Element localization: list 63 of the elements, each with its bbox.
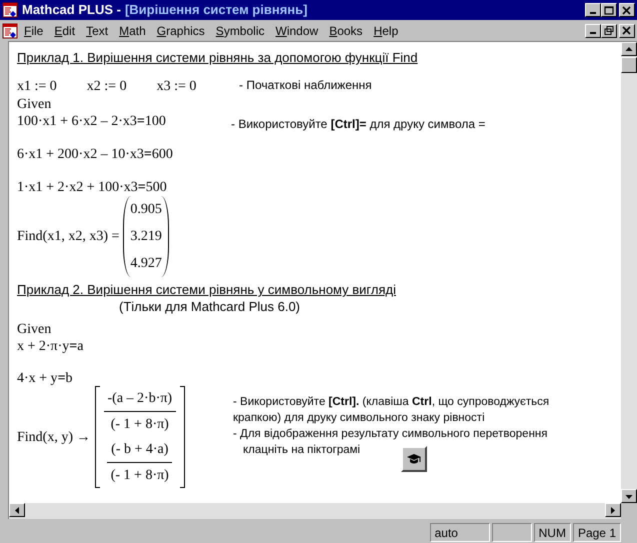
menu-item[interactable]: Math <box>114 22 151 40</box>
menu-item[interactable]: Books <box>324 22 368 40</box>
subtitle-text: (Тільки для Mathcard Plus 6.0) <box>119 298 300 316</box>
given-keyword: Given <box>17 97 52 112</box>
minimize-button[interactable] <box>585 3 601 17</box>
math-equation: 100·x1 + 6·x2 – 2·x3=100 <box>17 113 167 131</box>
menu-item[interactable]: Symbolic <box>210 22 270 40</box>
window-title: Mathcad PLUS - <box>22 1 121 20</box>
menu-item[interactable]: Text <box>81 22 114 40</box>
close-button[interactable] <box>619 3 635 17</box>
restore-icon <box>604 26 614 35</box>
math-assignment: x3 := 0 <box>156 78 196 96</box>
math-assignment: x1 := 0 <box>17 78 57 96</box>
menu-item[interactable]: Help <box>368 22 404 40</box>
symbolic-eval-button[interactable] <box>401 446 427 472</box>
note-text: - Для відображення результату символьного перетворення клацніть на піктограмі <box>233 427 548 458</box>
find-expression: Find(x, y) → <box>17 428 90 446</box>
app-icon <box>2 2 18 18</box>
math-equation: 1·x1 + 2·x2 + 100·x3=500 <box>17 179 168 197</box>
vector-value: 0.905 <box>130 201 162 219</box>
section-heading: Приклад 1. Вирішення системи рівнянь за допомогою функції Find <box>17 49 418 67</box>
vector-value: 3.219 <box>130 228 162 246</box>
status-pane: Page 1 <box>572 522 621 542</box>
math-equation: 6·x1 + 200·x2 – 10·x3=600 <box>17 146 173 164</box>
math-equation: x + 2·π·y=a <box>17 338 84 356</box>
minimize-icon <box>590 12 596 14</box>
app-icon <box>2 22 18 38</box>
given-keyword: Given <box>17 322 52 337</box>
vertical-scrollbar[interactable] <box>621 42 637 503</box>
close-button[interactable] <box>619 24 635 38</box>
maximize-button[interactable] <box>601 3 617 17</box>
scroll-thumb[interactable] <box>621 57 637 73</box>
menu-item[interactable]: File <box>19 22 48 40</box>
note-text: - Початкові наближення <box>239 77 372 94</box>
note-text: - Використовуйте [Ctrl]= для друку символа = <box>231 116 486 133</box>
section-heading: Приклад 2. Вирішення системи рівнянь у символьному вигляді <box>17 281 396 299</box>
document-title: [Вирішення систем рівнянь] <box>124 1 308 20</box>
math-assignment: x2 := 0 <box>86 78 127 96</box>
scroll-right-button[interactable] <box>605 503 621 517</box>
note-text: - Використовуйте [Ctrl]. (клавіша Ctrl, що супроводжується крапкою) для друку символьного знаку рівності <box>233 395 550 426</box>
menu-item[interactable]: Window <box>270 22 324 40</box>
status-pane <box>492 522 532 542</box>
vector-value: 4.927 <box>130 255 162 273</box>
restore-button[interactable] <box>601 24 617 38</box>
status-pane: NUM <box>534 522 571 542</box>
find-expression: Find(x1, x2, x3) = <box>17 228 120 246</box>
scroll-left-button[interactable] <box>9 503 25 517</box>
scroll-up-button[interactable] <box>621 42 637 56</box>
menu-item[interactable]: Graphics <box>152 22 210 40</box>
minimize-icon <box>590 32 596 34</box>
up-arrow-icon <box>624 44 634 54</box>
close-icon <box>622 26 632 35</box>
scroll-down-button[interactable] <box>621 489 637 503</box>
math-equation: 4·x + y=b <box>17 370 74 388</box>
horizontal-scrollbar[interactable] <box>9 503 621 519</box>
menu-item[interactable]: Edit <box>49 22 80 40</box>
close-icon <box>622 6 632 14</box>
fraction: -(a – 2·b·π) (- 1 + 8·π) <box>104 388 176 435</box>
minimize-button[interactable] <box>585 24 601 38</box>
maximize-icon <box>604 6 614 14</box>
status-pane: auto <box>430 522 490 542</box>
graduation-cap-icon <box>406 452 422 466</box>
fraction: (- b + 4·a) (- 1 + 8·π) <box>104 439 176 486</box>
